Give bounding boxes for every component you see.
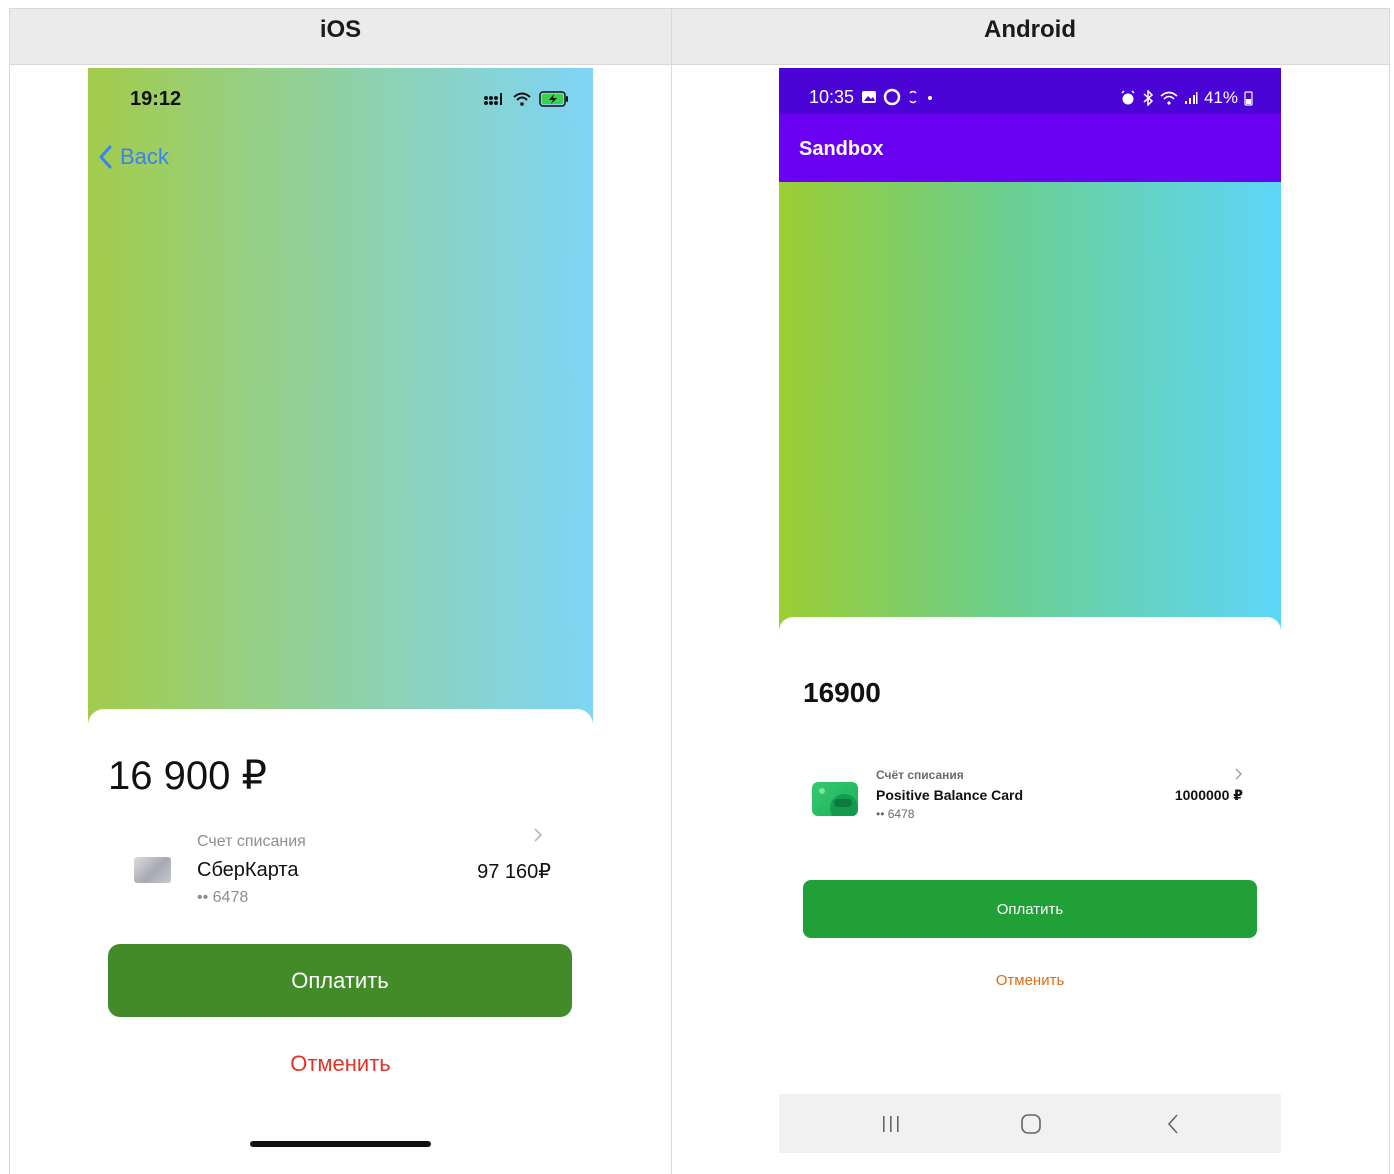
dot-icon	[928, 96, 932, 100]
card-pattern-icon	[819, 788, 858, 816]
chevron-right-icon	[1235, 768, 1242, 780]
android-account-name: Positive Balance Card	[876, 787, 1024, 803]
android-payment-amount: 16900	[803, 677, 881, 708]
android-account-balance: 1000000 ₽	[1174, 787, 1243, 803]
android-account-caption: Счёт списания	[876, 768, 964, 782]
ios-status-time: 19:12	[130, 88, 182, 110]
back-chevron-icon	[1167, 1114, 1178, 1134]
ios-account-name: СберКарта	[197, 859, 299, 881]
recent-apps-button[interactable]	[877, 1111, 905, 1137]
android-payment-sheet: 16900 Счёт списания Positive Balance Car…	[779, 617, 1281, 1094]
android-column-header: Android	[984, 16, 1076, 43]
battery-icon	[1244, 91, 1253, 106]
ios-account-balance: 97 160₽	[477, 861, 551, 883]
android-system-icons: 41%	[1120, 88, 1253, 108]
table-header: iOS Android	[10, 9, 1389, 65]
android-status-time: 10:35	[809, 87, 855, 107]
ios-account-caption: Счет списания	[197, 833, 306, 850]
android-app-bar: Sandbox	[779, 114, 1281, 182]
gallery-icon	[862, 91, 876, 103]
circle-icon	[883, 88, 901, 106]
android-battery-percent: 41%	[1203, 88, 1238, 107]
cellular-signal-icon	[484, 93, 502, 105]
ios-status-icons	[483, 90, 569, 108]
home-icon	[1021, 1114, 1041, 1134]
ios-payment-sheet: 16 900 ₽ Счет списания СберКарта •• 6478…	[88, 709, 593, 1160]
android-card-icon	[812, 782, 858, 816]
ios-column-header: iOS	[319, 16, 362, 43]
ios-account-number: •• 6478	[197, 889, 249, 906]
wifi-icon	[513, 92, 531, 106]
ios-status-bar: 19:12	[88, 68, 593, 128]
ios-screen: 19:12 Back 16 900 ₽ Счет списания СберКа…	[88, 68, 593, 1160]
cellular-signal-icon	[1184, 92, 1198, 104]
column-divider	[671, 9, 672, 1174]
ios-card-icon	[134, 857, 171, 883]
android-cancel-button[interactable]: Отменить	[779, 972, 1281, 989]
home-button[interactable]	[1017, 1111, 1045, 1137]
ios-back-button[interactable]: Back	[98, 142, 169, 172]
ios-pay-button[interactable]: Оплатить	[108, 944, 572, 1017]
android-account-number: •• 6478	[876, 807, 915, 821]
sync-icon	[909, 90, 917, 104]
ios-payment-amount: 16 900 ₽	[108, 754, 267, 798]
recent-apps-icon	[883, 1116, 899, 1132]
ios-cancel-button[interactable]: Отменить	[88, 1051, 593, 1077]
android-gradient-background	[779, 182, 1281, 642]
android-screen: 10:35 41% Sandbox 16900 Счёт списания Po…	[779, 68, 1281, 1153]
alarm-icon	[1121, 90, 1135, 105]
android-app-title: Sandbox	[799, 138, 884, 160]
ios-home-indicator	[250, 1141, 431, 1147]
back-button[interactable]	[1161, 1111, 1185, 1137]
android-notification-icons	[861, 88, 935, 106]
chevron-right-icon	[534, 828, 543, 842]
android-pay-button[interactable]: Оплатить	[803, 880, 1257, 938]
bluetooth-icon	[1143, 90, 1154, 106]
android-status-bar: 10:35 41%	[779, 68, 1281, 114]
chevron-left-icon	[99, 145, 112, 169]
android-navigation-bar	[779, 1094, 1281, 1153]
wifi-icon	[1160, 91, 1178, 105]
ios-back-label: Back	[120, 144, 169, 169]
battery-charging-icon	[539, 91, 568, 107]
